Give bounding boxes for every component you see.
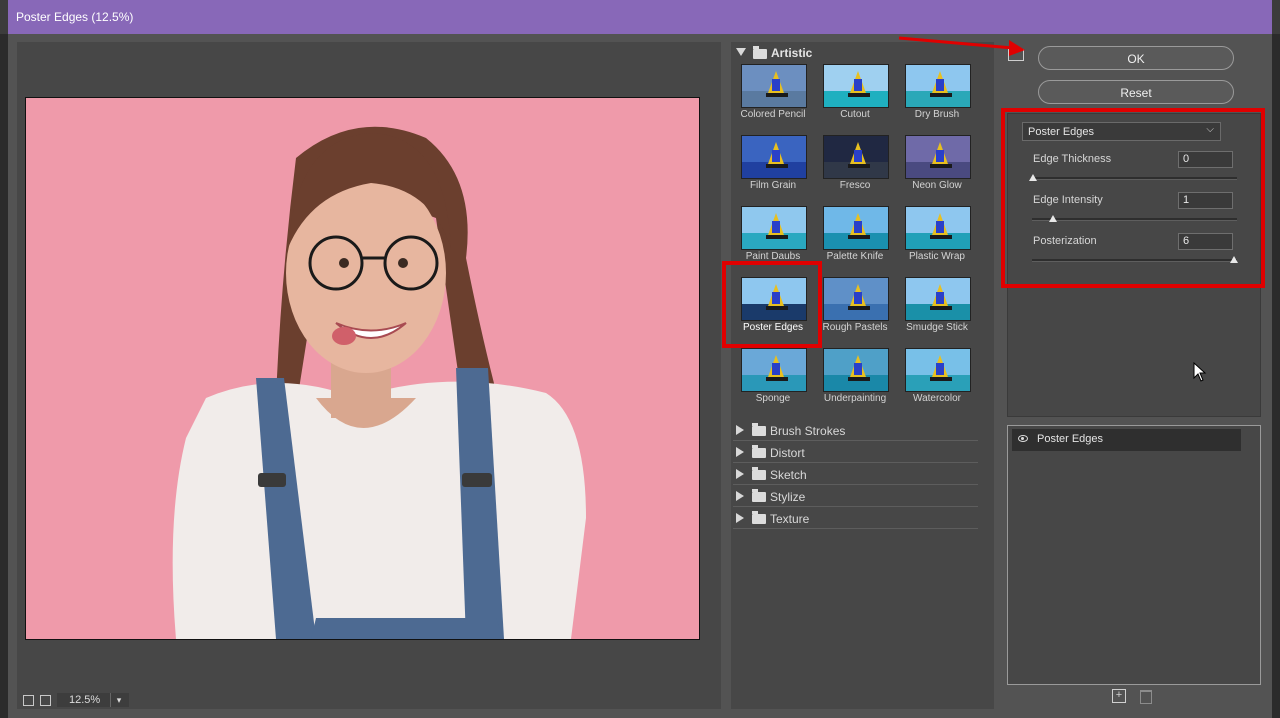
- effect-layer-item[interactable]: Poster Edges: [1012, 429, 1241, 451]
- filter-preview-image: [741, 64, 807, 108]
- mouse-cursor-icon: [1193, 362, 1207, 382]
- filter-thumb-label: Rough Pastels: [822, 322, 888, 333]
- filter-thumb-smudge-stick[interactable]: Smudge Stick: [905, 277, 987, 345]
- chevron-down-icon[interactable]: ▾: [110, 693, 127, 707]
- filter-thumb-label: Film Grain: [749, 180, 797, 191]
- category-label: Artistic: [771, 46, 813, 60]
- highlight-poster-edges-thumb: [722, 261, 822, 348]
- zoom-out-button[interactable]: [23, 695, 34, 706]
- filter-thumb-label: Underpainting: [823, 393, 887, 404]
- filter-thumb-label: Fresco: [839, 180, 871, 191]
- highlight-settings: [1001, 108, 1265, 288]
- filter-thumb-label: Cutout: [840, 109, 870, 120]
- ok-button[interactable]: OK: [1038, 46, 1234, 70]
- folder-icon: [752, 489, 766, 502]
- filter-thumb-colored-pencil[interactable]: Colored Pencil: [740, 64, 823, 132]
- filter-preview-image: [741, 135, 807, 179]
- collapse-arrow-icon: [736, 513, 744, 523]
- filter-thumb-fresco[interactable]: Fresco: [823, 135, 905, 203]
- zoom-in-button[interactable]: [40, 695, 51, 706]
- filter-preview-image: [823, 206, 889, 250]
- filter-thumb-dry-brush[interactable]: Dry Brush: [905, 64, 987, 132]
- filter-thumb-neon-glow[interactable]: Neon Glow: [905, 135, 987, 203]
- category-label: Stylize: [770, 490, 806, 504]
- category-distort[interactable]: Distort: [733, 442, 978, 463]
- filter-thumb-watercolor[interactable]: Watercolor: [905, 348, 987, 416]
- visibility-eye-icon[interactable]: [1018, 435, 1028, 442]
- folder-icon: [752, 445, 766, 458]
- filter-thumb-label: Palette Knife: [826, 251, 884, 262]
- folder-icon: [752, 467, 766, 480]
- filter-preview-image: [823, 348, 889, 392]
- arrow-annotation: [898, 36, 1025, 56]
- filter-thumb-label: Dry Brush: [914, 109, 960, 120]
- delete-effect-layer-icon[interactable]: [1140, 690, 1152, 704]
- filter-preview-image: [905, 277, 971, 321]
- folder-icon: [752, 423, 766, 436]
- folder-icon: [753, 46, 767, 59]
- window-frame-right: [1272, 34, 1280, 718]
- collapse-arrow-icon: [736, 447, 744, 457]
- filter-preview-image: [823, 277, 889, 321]
- collapse-arrow-icon: [736, 425, 744, 435]
- filter-thumb-label: Watercolor: [913, 393, 961, 404]
- window-frame-left: [0, 34, 8, 718]
- category-label: Sketch: [770, 468, 807, 482]
- expand-arrow-icon: [736, 48, 746, 56]
- category-label: Brush Strokes: [770, 424, 846, 438]
- collapse-arrow-icon: [736, 491, 744, 501]
- filter-thumb-rough-pastels[interactable]: Rough Pastels: [822, 277, 905, 345]
- filter-thumb-film-grain[interactable]: Film Grain: [741, 135, 823, 203]
- filter-thumb-cutout[interactable]: Cutout: [823, 64, 905, 132]
- filter-preview-image: [905, 135, 971, 179]
- category-brush-strokes[interactable]: Brush Strokes: [733, 420, 978, 441]
- folder-icon: [752, 511, 766, 524]
- effect-layers-panel: [1007, 425, 1261, 685]
- reset-button[interactable]: Reset: [1038, 80, 1234, 104]
- filter-thumb-label: Neon Glow: [912, 180, 962, 191]
- filter-preview-image: [905, 64, 971, 108]
- new-effect-layer-button[interactable]: +: [1112, 689, 1126, 703]
- filter-thumb-palette-knife[interactable]: Palette Knife: [823, 206, 905, 274]
- filter-preview-image: [905, 206, 971, 250]
- filter-thumb-plastic-wrap[interactable]: Plastic Wrap: [905, 206, 987, 274]
- category-sketch[interactable]: Sketch: [733, 464, 978, 485]
- title-bar[interactable]: Poster Edges (12.5%): [8, 0, 1272, 34]
- filter-preview-image: [823, 135, 889, 179]
- category-stylize[interactable]: Stylize: [733, 486, 978, 507]
- category-label: Distort: [770, 446, 805, 460]
- filter-thumb-label: Colored Pencil: [740, 109, 806, 120]
- category-texture[interactable]: Texture: [733, 508, 978, 529]
- filter-thumb-label: Sponge: [755, 393, 791, 404]
- filter-preview-image: [905, 348, 971, 392]
- preview-image[interactable]: [25, 97, 700, 640]
- filter-thumb-label: Smudge Stick: [906, 322, 968, 333]
- zoom-controls: 12.5% ▾: [17, 692, 247, 709]
- category-label: Texture: [770, 512, 810, 526]
- effect-layer-label: Poster Edges: [1037, 433, 1104, 445]
- filter-preview-image: [741, 206, 807, 250]
- window-title: Poster Edges (12.5%): [16, 10, 134, 24]
- filter-thumb-underpainting[interactable]: Underpainting: [823, 348, 905, 416]
- filter-thumb-sponge[interactable]: Sponge: [741, 348, 823, 416]
- filter-thumb-label: Plastic Wrap: [909, 251, 965, 262]
- filter-preview-image: [741, 348, 807, 392]
- collapse-arrow-icon: [736, 469, 744, 479]
- filter-preview-image: [823, 64, 889, 108]
